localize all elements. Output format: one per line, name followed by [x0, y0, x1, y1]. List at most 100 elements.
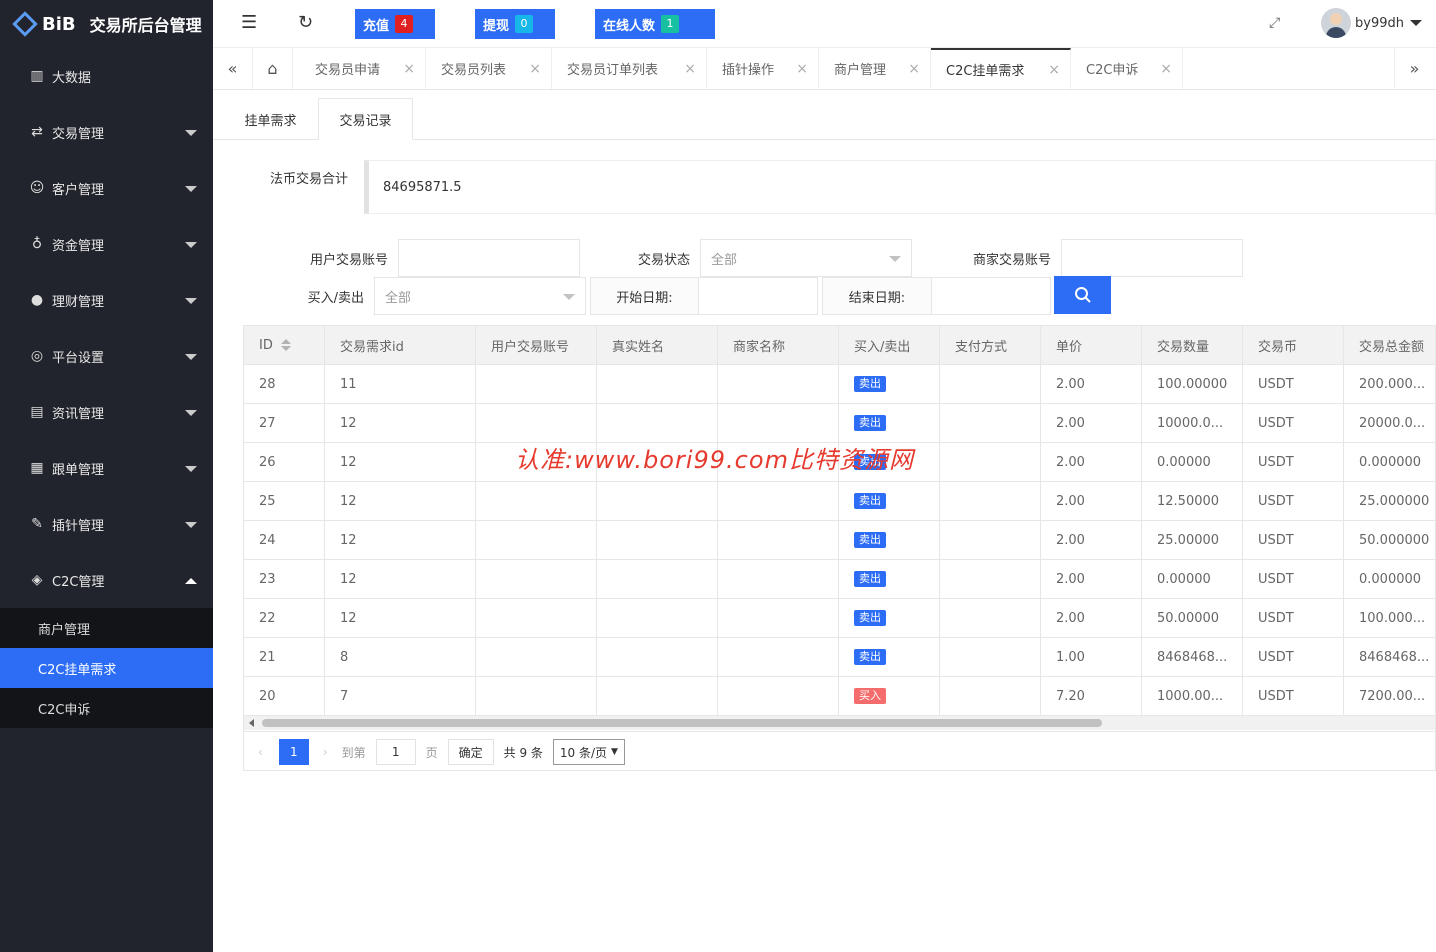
sidebar-item-6[interactable]: ▤ 资讯管理 [0, 384, 213, 440]
withdraw-button[interactable]: 提现 0 [475, 9, 555, 39]
sidebar-item-9[interactable]: ◈ C2C管理 [0, 552, 213, 608]
home-icon[interactable]: ⌂ [253, 48, 293, 89]
status-select[interactable]: 全部 [700, 239, 912, 277]
search-button[interactable] [1054, 276, 1111, 314]
tab-item[interactable]: C2C挂单需求 × [931, 48, 1071, 89]
tabs-prev-icon[interactable]: « [213, 48, 253, 89]
online-users-button[interactable]: 在线人数 1 [595, 9, 715, 39]
table-cell: 12 [325, 404, 476, 442]
table-cell [476, 638, 597, 676]
column-header[interactable]: ID [244, 326, 325, 364]
table-cell: 26 [244, 443, 325, 481]
goto-confirm-button[interactable]: 确定 [447, 739, 494, 765]
sidebar-item-0[interactable]: ▥ 大数据 [0, 48, 213, 104]
close-icon[interactable]: × [796, 61, 808, 77]
sidebar-menu: ▥ 大数据 ⇄ 交易管理 ☺ 客户管理 ♁ 资金管理 ● 理财管理 ◎ 平台设置 ▤ 资讯管理 ▦ 跟单管理 ✎… [0, 48, 213, 728]
subtab-pending-orders[interactable]: 挂单需求 [228, 98, 313, 140]
user-menu[interactable]: by99dh [1321, 8, 1422, 38]
sidebar-item-4[interactable]: ● 理财管理 [0, 272, 213, 328]
direction-badge: 卖出 [854, 415, 886, 431]
withdraw-label: 提现 [483, 18, 510, 34]
scroll-left-icon[interactable] [249, 719, 254, 727]
end-date-input[interactable] [931, 277, 1051, 315]
sidebar-item-2[interactable]: ☺ 客户管理 [0, 160, 213, 216]
prev-page-icon[interactable]: ‹ [258, 745, 263, 759]
recharge-button[interactable]: 充值 4 [355, 9, 435, 39]
sidebar-item-5[interactable]: ◎ 平台设置 [0, 328, 213, 384]
page-number-current[interactable]: 1 [278, 739, 309, 765]
table-row[interactable]: 22 12 卖出 2.00 50.00000 USDT 100.000... [244, 599, 1435, 638]
table-row[interactable]: 23 12 卖出 2.00 0.00000 USDT 0.000000 [244, 560, 1435, 599]
table-header: ID 交易需求id 用户交易账号 真实姓名 商家名称 买入/卖出 支付方式 单价 交易数量 交易币… [244, 326, 1435, 365]
online-users-badge: 1 [661, 15, 680, 33]
cell-value: 0.00000 [1157, 571, 1211, 587]
next-page-icon[interactable]: › [323, 745, 328, 759]
refresh-icon[interactable]: ↻ [298, 12, 313, 33]
cell-value: USDT [1258, 454, 1294, 470]
tab-item[interactable]: 商户管理 × [819, 48, 931, 89]
cell-value: 2.00 [1056, 610, 1085, 626]
logo[interactable]: BiB 交易所后台管理 [0, 0, 213, 48]
close-icon[interactable]: × [1160, 61, 1172, 77]
table-cell: USDT [1243, 482, 1344, 520]
user-account-input[interactable] [398, 239, 580, 277]
menu-toggle-icon[interactable]: ☰ [241, 12, 257, 33]
cell-value: 24 [259, 532, 276, 548]
column-header-label: 买入/卖出 [854, 339, 911, 355]
cell-value: USDT [1258, 688, 1294, 704]
subtab-trade-records[interactable]: 交易记录 [318, 98, 413, 140]
table-row[interactable]: 24 12 卖出 2.00 25.00000 USDT 50.000000 [244, 521, 1435, 560]
close-icon[interactable]: × [403, 61, 415, 77]
fullscreen-icon[interactable]: ⤢ [1269, 15, 1280, 31]
sidebar-item-8[interactable]: ✎ 插针管理 [0, 496, 213, 552]
start-date-input[interactable] [698, 277, 818, 315]
tab-item[interactable]: 交易员申请 × [300, 48, 426, 89]
merchant-account-input[interactable] [1061, 239, 1243, 277]
tabs-next-icon[interactable]: » [1394, 48, 1434, 89]
table-cell: 12.50000 [1142, 482, 1243, 520]
tab-item[interactable]: 交易员订单列表 × [552, 48, 707, 89]
submenu-item[interactable]: C2C申诉 [0, 688, 213, 728]
cell-value: 50.000000 [1359, 532, 1430, 548]
chevron-down-icon [185, 186, 197, 192]
start-date-label: 开始日期: [590, 277, 699, 315]
submenu-item[interactable]: C2C挂单需求 [0, 648, 213, 688]
close-icon[interactable]: × [684, 61, 696, 77]
sidebar-item-7[interactable]: ▦ 跟单管理 [0, 440, 213, 496]
table-row[interactable]: 28 11 卖出 2.00 100.00000 USDT 200.000... [244, 365, 1435, 404]
table-row[interactable]: 20 7 买入 7.20 1000.00... USDT 7200.00... [244, 677, 1435, 716]
table-cell: USDT [1243, 599, 1344, 637]
tab-item[interactable]: 交易员列表 × [426, 48, 552, 89]
scrollbar-thumb[interactable] [262, 719, 1102, 727]
close-icon[interactable]: × [908, 61, 920, 77]
cell-value: 0.000000 [1359, 454, 1422, 470]
direction-select[interactable]: 全部 [374, 277, 586, 315]
summary-label: 法币交易合计 [269, 172, 348, 187]
column-header-label: 单价 [1056, 339, 1083, 355]
table-row[interactable]: 21 8 卖出 1.00 8468468... USDT 8468468... [244, 638, 1435, 677]
table-row[interactable]: 27 12 卖出 2.00 10000.0... USDT 20000.0... [244, 404, 1435, 443]
horizontal-scrollbar[interactable] [244, 716, 1435, 730]
cell-value: 2.00 [1056, 571, 1085, 587]
logo-mark: BiB [12, 11, 76, 37]
chevron-down-icon [185, 130, 197, 136]
sort-icon[interactable] [280, 339, 291, 351]
table-cell: 2.00 [1041, 365, 1142, 403]
table-row[interactable]: 25 12 卖出 2.00 12.50000 USDT 25.000000 [244, 482, 1435, 521]
close-icon[interactable]: × [1048, 62, 1060, 78]
sidebar-item-3[interactable]: ♁ 资金管理 [0, 216, 213, 272]
submenu-item[interactable]: 商户管理 [0, 608, 213, 648]
tab-item[interactable]: C2C申诉 × [1071, 48, 1183, 89]
close-icon[interactable]: × [529, 61, 541, 77]
cell-value: 2.00 [1056, 415, 1085, 431]
goto-page-input[interactable]: 1 [375, 739, 416, 765]
document-icon: ▦ [30, 460, 44, 476]
cell-value: 0.00000 [1157, 454, 1211, 470]
table-cell [718, 482, 839, 520]
table-cell [718, 404, 839, 442]
page-size-select[interactable]: 10 条/页 ▼ [552, 739, 625, 765]
sidebar-item-1[interactable]: ⇄ 交易管理 [0, 104, 213, 160]
tab-item[interactable]: 插针操作 × [707, 48, 819, 89]
table-cell: 27 [244, 404, 325, 442]
column-header: 商家名称 [718, 326, 839, 364]
